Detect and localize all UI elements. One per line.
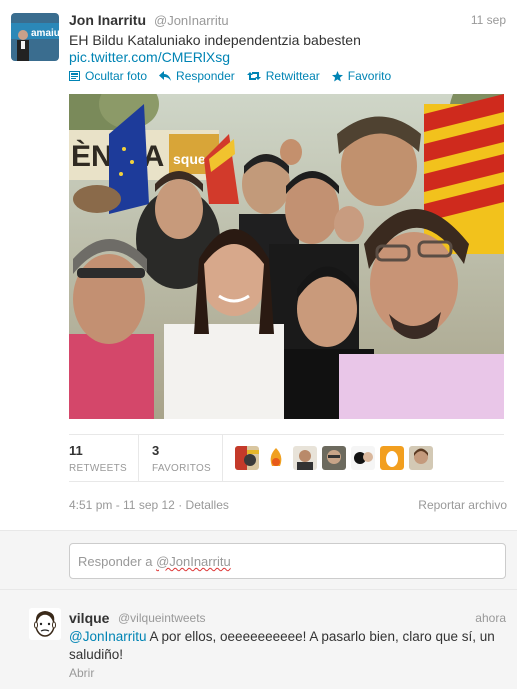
tweet-stats: 11 RETWEETS 3 FAVORITOS (69, 434, 504, 482)
retweeter-avatar[interactable] (380, 446, 404, 470)
reply-input-mention: @JonInarritu (156, 554, 231, 569)
reply-author-fullname[interactable]: vilque (69, 610, 109, 626)
tweet-media-link[interactable]: pic.twitter.com/CMERlXsg (69, 49, 230, 65)
retweet-label: Retwittear (265, 69, 320, 83)
reply-input-prefix: Responder a (78, 554, 157, 569)
retweeter-avatar[interactable] (409, 446, 433, 470)
reply-text: @JonInarritu A por ellos, oeeeeeeeeee! A… (69, 628, 509, 664)
svg-text:amaiu: amaiu (31, 28, 59, 39)
hide-photo-button[interactable]: Ocultar foto (69, 69, 147, 83)
retweeter-avatar[interactable] (235, 446, 259, 470)
retweets-label: RETWEETS (69, 463, 127, 474)
details-link[interactable]: Detalles (186, 498, 229, 512)
tweet-text: EH Bildu Kataluniako independentzia babe… (69, 32, 361, 48)
retweet-icon (246, 72, 261, 80)
retweet-button[interactable]: Retwittear (246, 69, 320, 83)
reply-label: Responder (176, 69, 235, 83)
photo-icon (69, 71, 80, 81)
tweet-meta: 4:51 pm - 11 sep 12 · Detalles (69, 498, 229, 512)
favorites-stat[interactable]: 3 FAVORITOS (139, 435, 223, 481)
tweet-timestamp[interactable]: 11 sep (471, 13, 506, 27)
tweet-photo[interactable]: ÈNCIA squerra (69, 94, 504, 419)
author-username[interactable]: @JonInarritu (154, 13, 229, 28)
reply-area: Responder a @JonInarritu (0, 530, 517, 590)
author-avatar[interactable]: amaiu (11, 13, 59, 61)
open-reply-link[interactable]: Abrir (69, 666, 94, 680)
favorites-count: 3 (152, 443, 160, 458)
retweets-count: 11 (69, 443, 83, 458)
favorites-label: FAVORITOS (152, 463, 212, 474)
hide-photo-label: Ocultar foto (85, 69, 148, 83)
retweeter-avatar[interactable] (351, 446, 375, 470)
reply-icon (159, 71, 172, 81)
retweeter-avatar[interactable] (264, 446, 288, 470)
reply-button[interactable]: Responder (159, 69, 235, 83)
retweeter-avatar[interactable] (293, 446, 317, 470)
tweet-actions: Ocultar foto Responder Retwittear Favori… (69, 68, 403, 84)
reply-author-username[interactable]: @vilqueintweets (118, 611, 206, 625)
tweet-datetime[interactable]: 4:51 pm - 11 sep 12 (69, 498, 175, 512)
reply-author-avatar[interactable] (29, 608, 61, 640)
author-fullname[interactable]: Jon Inarritu (69, 12, 146, 28)
reply-timestamp[interactable]: ahora (475, 611, 506, 625)
report-link[interactable]: Reportar archivo (418, 498, 507, 512)
retweets-stat[interactable]: 11 RETWEETS (69, 435, 139, 481)
tweet: amaiu Jon Inarritu @JonInarritu 11 sep E… (0, 0, 517, 530)
reply-mention-link[interactable]: @JonInarritu (69, 629, 147, 644)
favorite-label: Favorito (347, 69, 392, 83)
star-icon (331, 70, 343, 81)
favorite-button[interactable]: Favorito (331, 69, 392, 83)
retweeter-avatar[interactable] (322, 446, 346, 470)
meta-separator: · (178, 498, 186, 512)
retweeter-avatars (235, 446, 438, 470)
reply-input[interactable]: Responder a @JonInarritu (69, 543, 506, 579)
